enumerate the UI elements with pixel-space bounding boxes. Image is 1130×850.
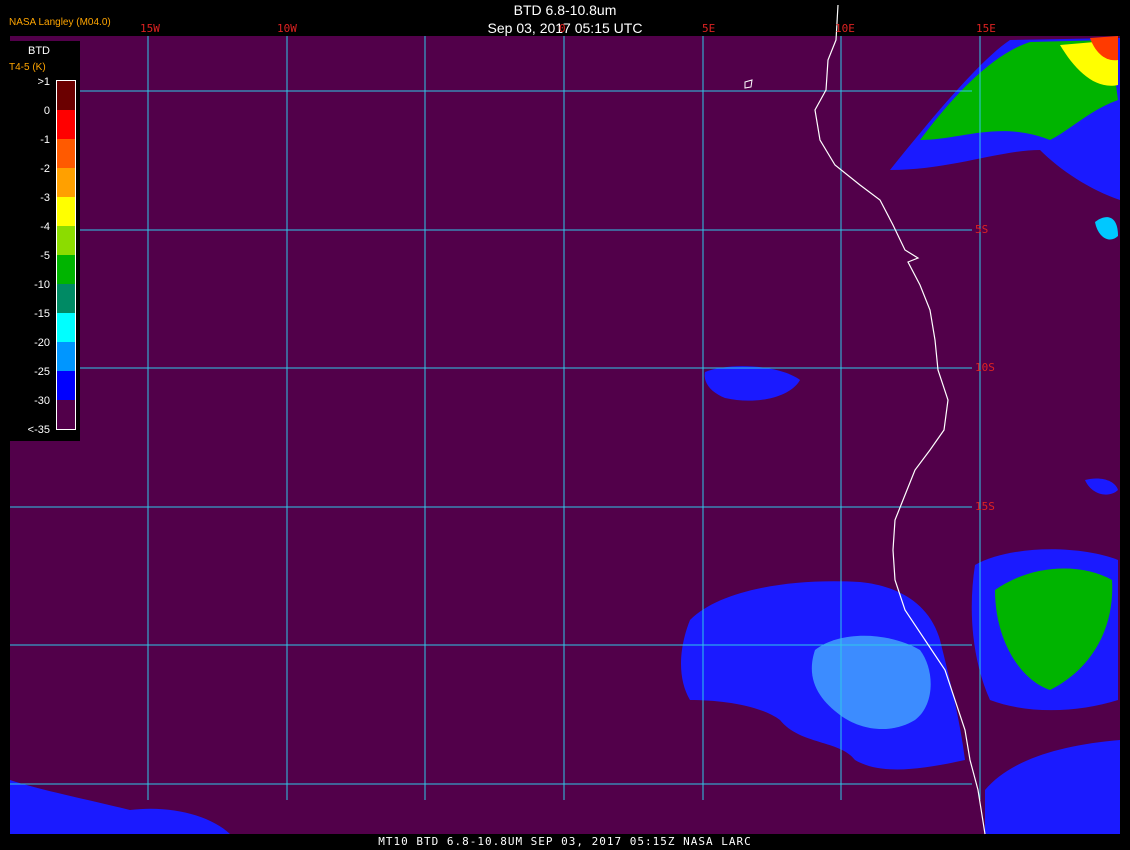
legend-swatch	[57, 139, 75, 168]
credit-label: NASA Langley (M04.0)	[9, 17, 111, 28]
legend-swatch	[57, 110, 75, 139]
legend-tick: <-35	[27, 424, 50, 436]
legend-swatch	[57, 255, 75, 284]
lat-label-5s: 5S	[975, 223, 989, 236]
legend-swatch	[57, 313, 75, 342]
legend-tick: -30	[34, 395, 50, 407]
lon-label-0: 0	[559, 22, 566, 35]
legend-tick: -25	[34, 366, 50, 378]
lon-label-10e: 10E	[835, 22, 855, 35]
legend-tick: >1	[37, 76, 50, 88]
legend-swatch	[57, 197, 75, 226]
lat-label-15s: 15S	[975, 500, 995, 513]
legend-colorbar	[56, 80, 76, 430]
legend-tick: -4	[40, 221, 50, 233]
legend-swatch	[57, 226, 75, 255]
legend-swatch	[57, 400, 75, 429]
legend-tick: -5	[40, 250, 50, 262]
map-title: BTD 6.8-10.8um	[513, 2, 617, 18]
legend-tick: -10	[34, 279, 50, 291]
legend-tick: -1	[40, 134, 50, 146]
legend-swatch	[57, 284, 75, 313]
legend-tick: -3	[40, 192, 50, 204]
legend-subtitle: T4-5 (K)	[9, 62, 46, 73]
lat-label-10s: 10S	[975, 361, 995, 374]
lon-label-15e: 15E	[976, 22, 996, 35]
legend-swatch	[57, 168, 75, 197]
legend-tick: 0	[43, 105, 50, 117]
legend-title: BTD	[28, 45, 50, 57]
legend-tick: -20	[34, 337, 50, 349]
lon-label-15w: 15W	[140, 22, 160, 35]
lon-label-10w: 10W	[277, 22, 297, 35]
legend-swatch	[57, 371, 75, 400]
legend-tick: -2	[40, 163, 50, 175]
legend-tick: -15	[34, 308, 50, 320]
satellite-map	[10, 4, 1120, 835]
lon-label-5e: 5E	[702, 22, 716, 35]
footer-caption: MT10 BTD 6.8-10.8UM SEP 03, 2017 05:15Z …	[378, 835, 752, 848]
legend-swatch	[57, 342, 75, 371]
legend-swatch	[57, 81, 75, 110]
